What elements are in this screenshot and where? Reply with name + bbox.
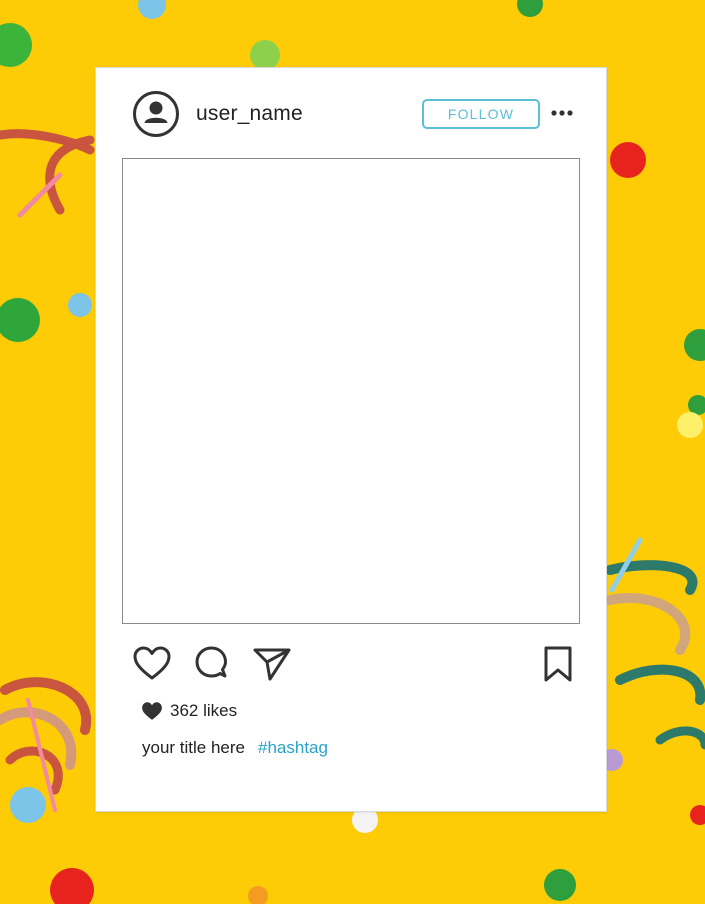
pom-pom	[50, 868, 94, 904]
username[interactable]: user_name	[196, 102, 303, 126]
pom-pom	[250, 40, 280, 70]
post-card: user_name FOLLOW 362 likes your title he…	[95, 67, 607, 812]
heart-icon[interactable]	[132, 644, 172, 684]
comment-bubble-icon[interactable]	[192, 644, 232, 684]
pom-pom	[688, 395, 705, 415]
bookmark-icon[interactable]	[538, 644, 578, 684]
pom-pom	[517, 0, 543, 17]
pom-pom	[68, 293, 92, 317]
user-avatar-icon[interactable]	[132, 90, 180, 138]
paper-plane-icon[interactable]	[252, 644, 292, 684]
ribbon-streamer	[0, 129, 95, 218]
pom-pom	[10, 787, 46, 823]
pom-pom	[610, 142, 646, 178]
likes-count[interactable]: 362 likes	[141, 701, 237, 721]
photo-placeholder	[122, 158, 580, 624]
pom-pom	[248, 886, 268, 904]
caption-title: your title here	[142, 738, 245, 757]
pom-pom	[0, 298, 40, 342]
filled-heart-icon	[142, 702, 162, 720]
ribbon-streamer	[0, 677, 92, 812]
pom-pom	[690, 805, 705, 825]
hashtag-link[interactable]: #hashtag	[258, 738, 328, 757]
pom-pom	[138, 0, 166, 19]
ribbon-streamer	[605, 537, 705, 750]
pom-pom	[0, 23, 32, 67]
pom-pom	[684, 329, 705, 361]
follow-button[interactable]: FOLLOW	[422, 99, 540, 129]
more-options-icon[interactable]	[548, 104, 576, 122]
pom-pom	[677, 412, 703, 438]
caption: your title here #hashtag	[142, 738, 328, 758]
likes-label: 362 likes	[170, 701, 238, 720]
pom-pom	[544, 869, 576, 901]
